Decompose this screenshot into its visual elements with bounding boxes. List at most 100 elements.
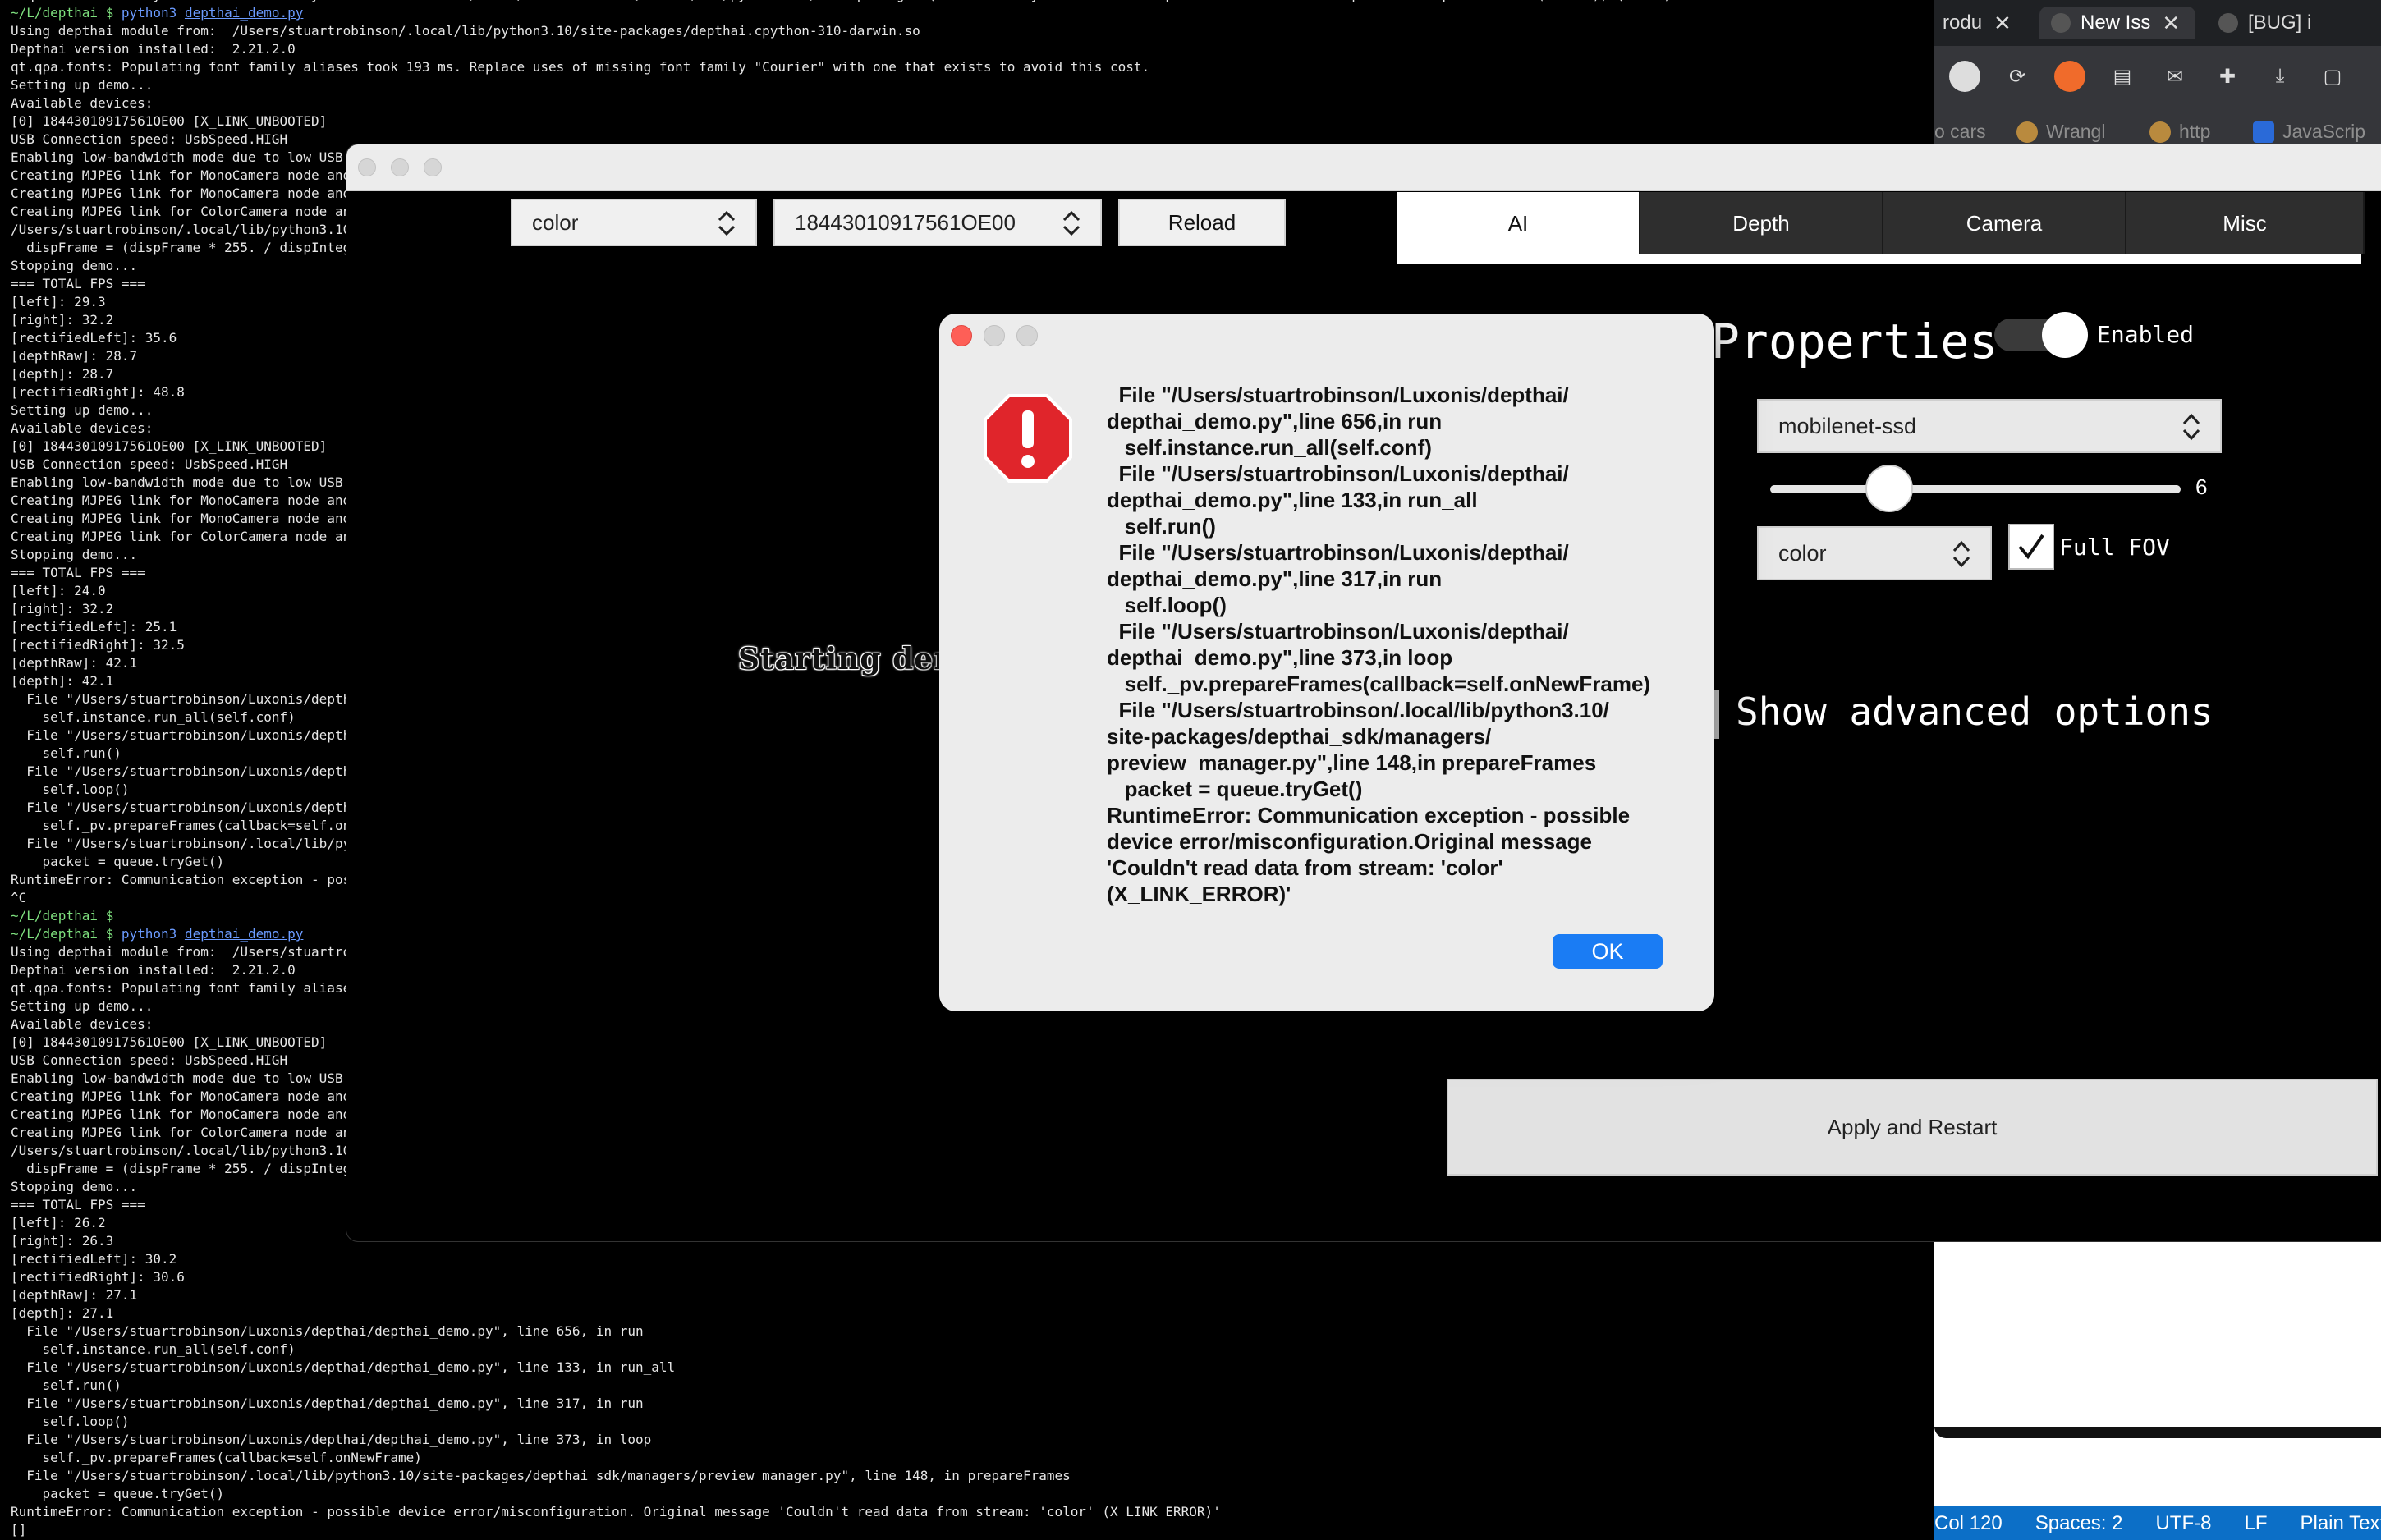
bookmark-label: JavaScrip (2282, 121, 2365, 142)
tab-depth[interactable]: Depth (1640, 192, 1883, 254)
device-select-value: 18443010917561OE00 (795, 209, 1016, 235)
ai-model-value: mobilenet-ssd (1778, 413, 1917, 438)
document-extension-icon[interactable]: ▤ (2107, 61, 2138, 92)
status-encoding[interactable]: UTF-8 (2155, 1512, 2211, 1535)
apply-and-restart-button[interactable]: Apply and Restart (1447, 1079, 2378, 1176)
puzzle-icon[interactable]: ✚ (2212, 61, 2243, 92)
javascript-icon (2253, 121, 2274, 143)
terminal-line: Setting up demo... (11, 77, 154, 93)
terminal-line: self.instance.run_all(self.conf) (11, 1341, 296, 1357)
full-fov-label: Full FOV (2059, 534, 2170, 561)
enabled-label: Enabled (2097, 321, 2195, 348)
tab-misc[interactable]: Misc (2126, 192, 2365, 254)
terminal-line: [rectifiedLeft]: 30.2 (11, 1251, 177, 1267)
tab-ai[interactable]: AI (1397, 192, 1640, 254)
sidebar-icon[interactable]: ▢ (2317, 61, 2348, 92)
terminal-line: self.loop() (11, 1414, 130, 1429)
bookmark-label: o cars (1934, 121, 1986, 142)
terminal-line: [0] 18443010917561OE00 [X_LINK_UNBOOTED] (11, 113, 328, 129)
error-stop-icon (984, 394, 1072, 483)
terminal-line: Available devices: (11, 95, 154, 111)
terminal-line: File "/Users/stuartrobinson/Luxonis/dept… (11, 1432, 652, 1447)
enabled-toggle[interactable] (1994, 312, 2088, 358)
status-spaces[interactable]: Spaces: 2 (2035, 1512, 2123, 1535)
window-titlebar[interactable] (346, 144, 2381, 191)
browser-tab-label: rodu (1943, 11, 1983, 34)
envelope-extension-icon[interactable]: ✉ (2159, 61, 2191, 92)
ok-button[interactable]: OK (1553, 934, 1663, 969)
terminal-line: packet = queue.tryGet() (11, 1486, 225, 1501)
minimize-window-button[interactable] (391, 158, 409, 176)
terminal-line: qt.qpa.fonts: Populating font family ali… (11, 59, 1150, 75)
toggle-knob (2042, 312, 2088, 358)
ai-source-select[interactable]: color (1757, 526, 1992, 580)
terminal-line: ~/L/depthai $ python3 depthai_demo.py (11, 5, 304, 21)
close-icon[interactable]: ✕ (1993, 11, 2012, 36)
ai-model-select[interactable]: mobilenet-ssd (1757, 399, 2222, 453)
dialog-titlebar[interactable] (939, 314, 1714, 360)
refresh-extension-icon[interactable]: ⟳ (2002, 61, 2033, 92)
camera-preview-value: color (532, 209, 579, 235)
tab-underline (1397, 254, 2361, 264)
checkmark-icon (2018, 534, 2044, 560)
cowboy-icon (2016, 121, 2038, 143)
ai-source-value: color (1778, 540, 1827, 566)
slider-track[interactable] (1770, 485, 2181, 493)
bookmark-item[interactable]: Wrangl (2016, 121, 2105, 143)
full-fov-checkbox[interactable] (2008, 524, 2054, 570)
tab-camera[interactable]: Camera (1883, 192, 2126, 254)
browser-tab[interactable]: rodu ✕ (1943, 7, 2012, 39)
device-select[interactable]: 18443010917561OE00 (773, 199, 1102, 246)
browser-toolbar: ⟳ ▤ ✉ ✚ ⤓ ▢ (1934, 46, 2381, 112)
browser-tab-bar: rodu ✕ New Iss ✕ [BUG] i (1934, 0, 2381, 46)
status-language[interactable]: Plain Text (2300, 1512, 2381, 1535)
terminal-line: self.run() (11, 1377, 122, 1393)
updown-arrows-icon (1952, 540, 1970, 568)
terminal-line: self._pv.prepareFrames(callback=self.onN… (11, 1450, 422, 1465)
terminal-line: [depth]: 27.1 (11, 1305, 114, 1321)
browser-tab-label: [BUG] i (2248, 11, 2312, 34)
bookmark-item[interactable]: o cars (1934, 121, 1986, 143)
bookmark-label: http (2179, 121, 2211, 142)
github-icon (2218, 13, 2238, 33)
terminal-line: File "/Users/stuartrobinson/Luxonis/dept… (11, 1359, 676, 1375)
dialog-zoom-button[interactable] (1016, 325, 1038, 346)
editor-status-bar: Col 120 Spaces: 2 UTF-8 LF Plain Text (1934, 1506, 2381, 1540)
terminal-line: File "/Users/stuartrobinson/.local/lib/p… (11, 1468, 1071, 1483)
status-eol[interactable]: LF (2244, 1512, 2267, 1535)
zoom-window-button[interactable] (424, 158, 442, 176)
extension-owl-icon[interactable] (1949, 61, 1980, 92)
terminal-line: File "/Users/stuartrobinson/Luxonis/dept… (11, 1396, 644, 1411)
extension-icon[interactable] (2054, 61, 2085, 92)
terminal-line: File "/Users/stuartrobinson/Luxonis/dept… (11, 1323, 644, 1339)
download-icon[interactable]: ⤓ (2264, 61, 2296, 92)
properties-heading: Properties (1711, 314, 1998, 369)
advanced-options-label[interactable]: Show advanced options (1736, 690, 2214, 734)
status-column[interactable]: Col 120 (1934, 1512, 2003, 1535)
updown-arrows-icon (718, 210, 736, 236)
slider-handle[interactable] (1865, 465, 1913, 512)
reload-button[interactable]: Reload (1118, 199, 1286, 246)
browser-tab-label: New Iss (2081, 11, 2151, 34)
terminal-line: Using depthai module from: /Users/stuart… (11, 23, 920, 39)
terminal-line: [] (11, 1522, 27, 1538)
terminal-line: [depthRaw]: 27.1 (11, 1287, 138, 1303)
camera-preview-select[interactable]: color (511, 199, 757, 246)
browser-tab-active[interactable]: New Iss ✕ (2039, 7, 2195, 39)
error-dialog: File "/Users/stuartrobinson/Luxonis/dept… (939, 314, 1714, 1011)
dialog-close-button[interactable] (951, 325, 972, 346)
terminal-line: Depthai version installed: 2.21.2.0 (11, 41, 296, 57)
bookmark-label: Wrangl (2046, 121, 2106, 142)
dialog-minimize-button[interactable] (984, 325, 1005, 346)
updown-arrows-icon (2182, 413, 2200, 441)
bookmark-item[interactable]: http (2149, 121, 2210, 143)
close-window-button[interactable] (358, 158, 376, 176)
updown-arrows-icon (1062, 210, 1080, 236)
terminal-line: RuntimeError: Communication exception - … (11, 1504, 1221, 1519)
github-icon (2051, 13, 2071, 33)
terminal-line: [rectifiedRight]: 30.6 (11, 1269, 185, 1285)
page-divider (1934, 1427, 2381, 1438)
browser-tab[interactable]: [BUG] i (2218, 7, 2311, 39)
bookmark-item[interactable]: JavaScrip (2253, 121, 2365, 143)
close-icon[interactable]: ✕ (2162, 11, 2180, 36)
